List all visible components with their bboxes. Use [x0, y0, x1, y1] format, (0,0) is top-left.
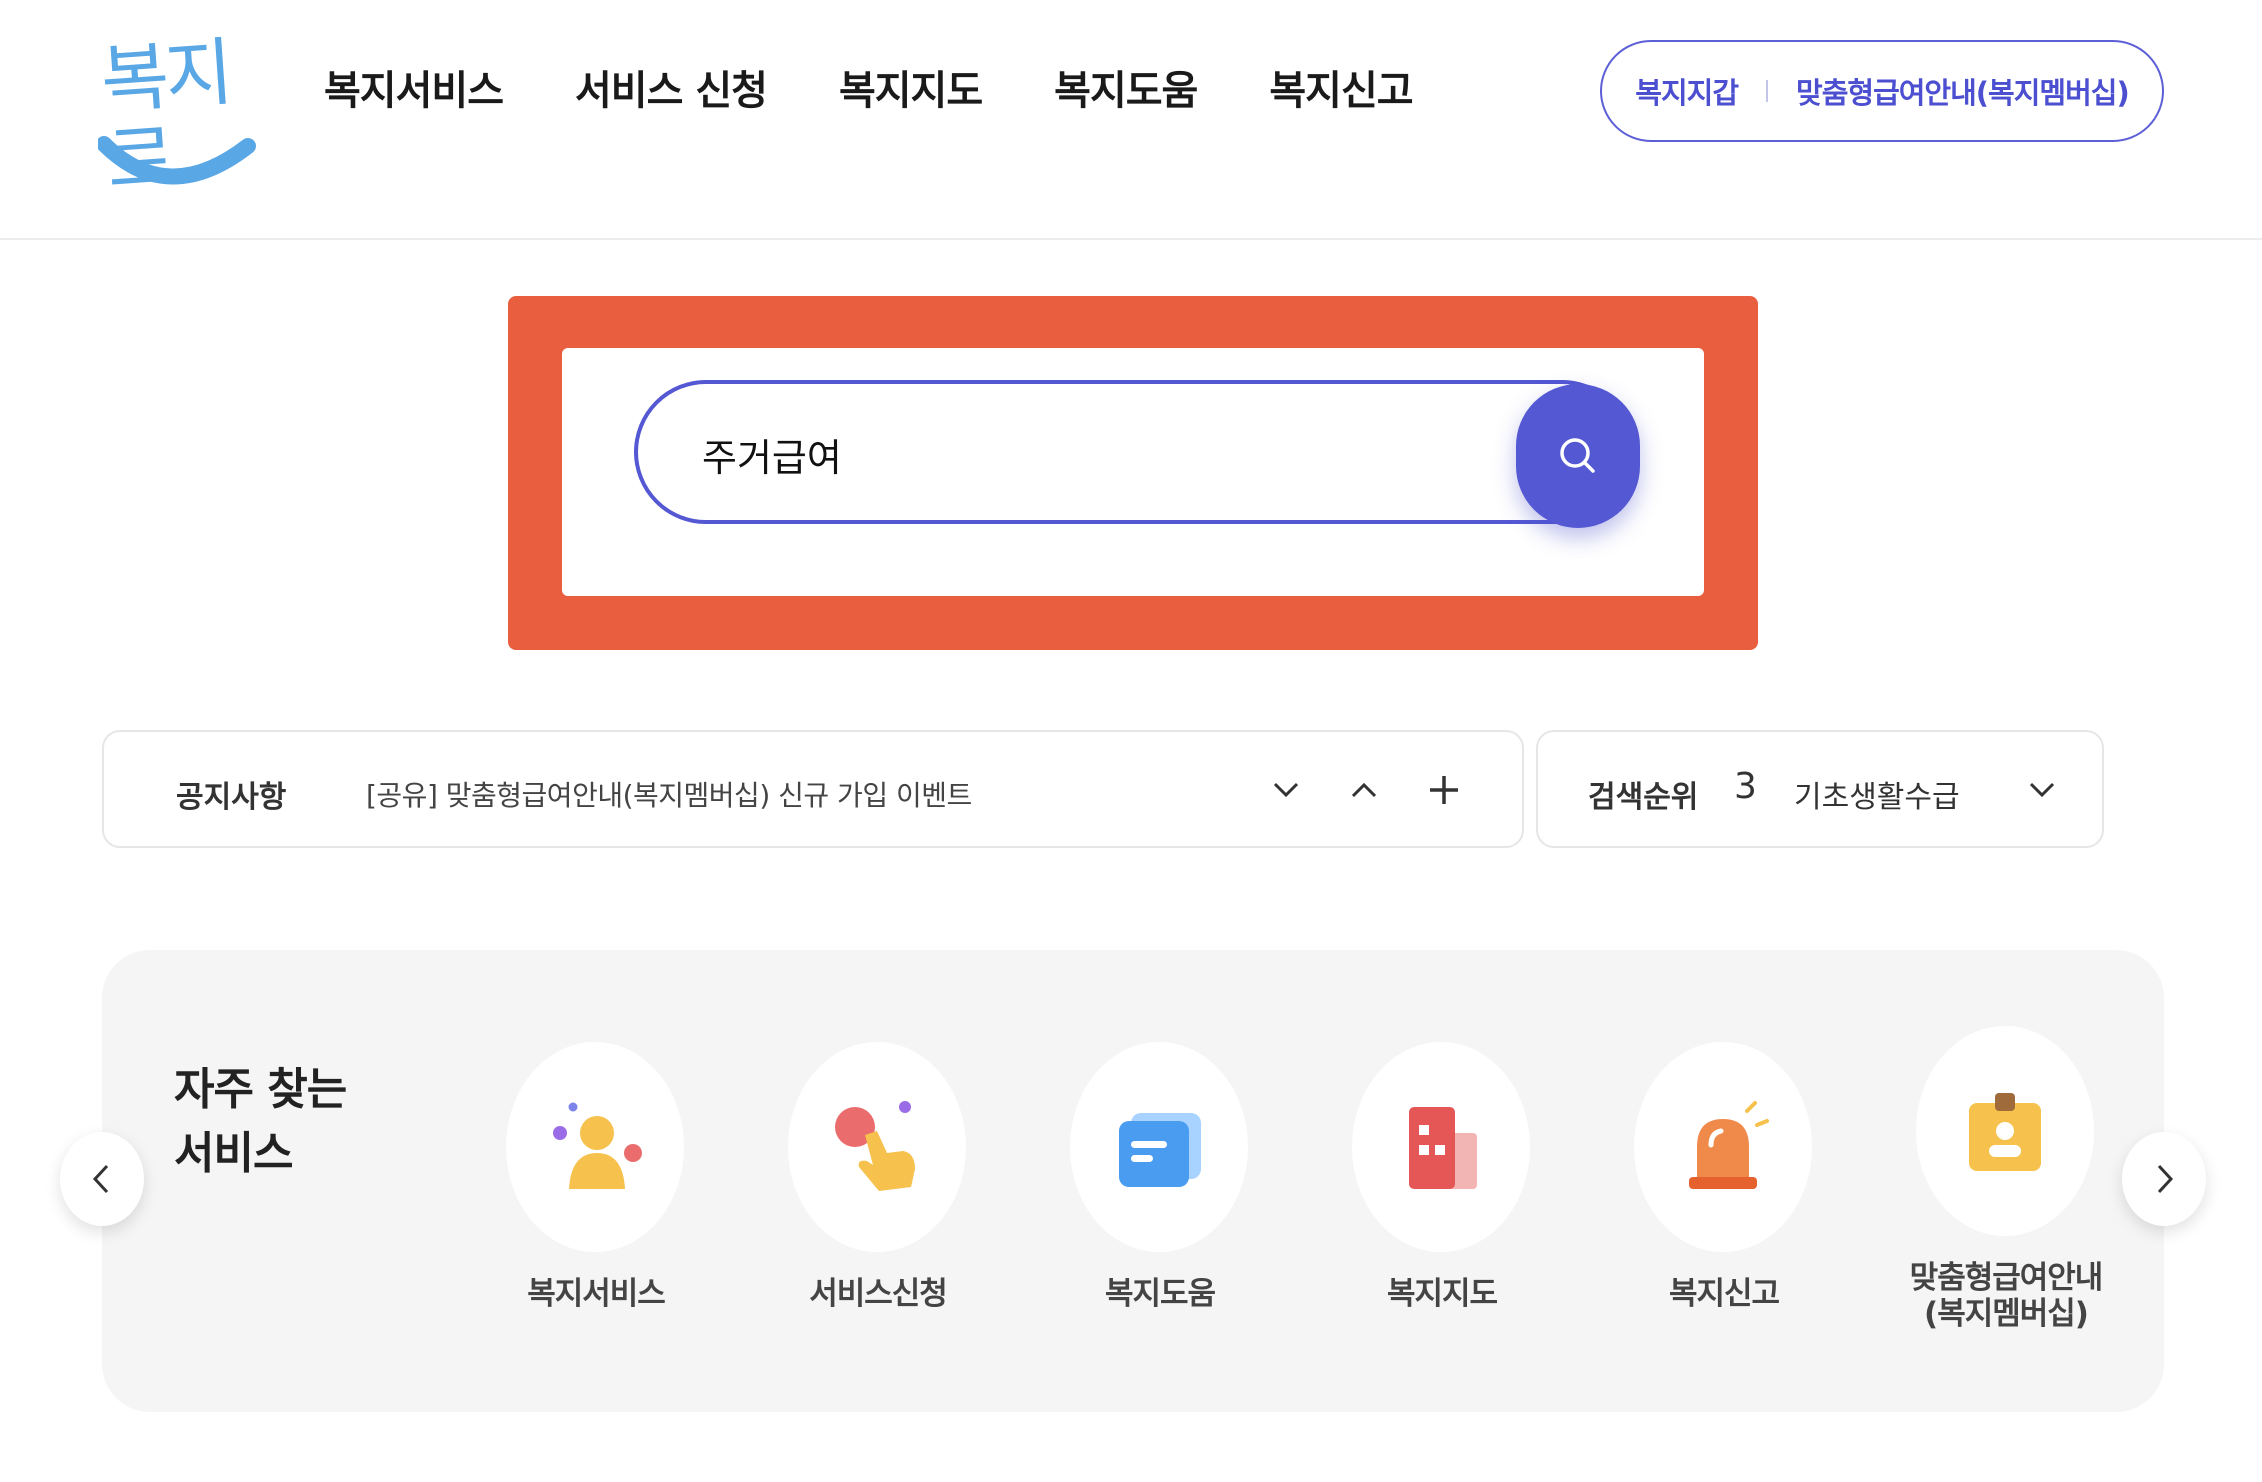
- service-item-welfare-map[interactable]: 복지지도: [1322, 1042, 1562, 1362]
- carousel-next-button[interactable]: [2122, 1132, 2206, 1226]
- notice-label: 공지사항: [176, 780, 287, 815]
- util-divider: [1766, 80, 1769, 102]
- service-label: 맞춤형급여안내 (복지멤버십): [1909, 1260, 2104, 1332]
- carousel-prev-button[interactable]: [60, 1132, 144, 1226]
- tap-hand-icon: [835, 1101, 915, 1191]
- rank-label: 검색순위: [1588, 780, 1699, 815]
- chevron-left-icon: [92, 1164, 109, 1194]
- search-highlight-frame: [508, 296, 1758, 650]
- main-nav: 복지서비스 서비스 신청 복지지도 복지도움 복지신고: [324, 58, 1414, 116]
- chevron-up-icon: [1351, 782, 1377, 798]
- service-label: 복지지도: [1386, 1276, 1498, 1312]
- id-card-icon: [1969, 1093, 2041, 1171]
- notice-text[interactable]: [공유] 맞춤형급여안내(복지멤버십) 신규 가입 이벤트: [366, 774, 972, 814]
- notice-next-button[interactable]: [1258, 762, 1314, 818]
- service-item-welfare-service[interactable]: 복지서비스: [476, 1042, 716, 1362]
- chat-icon: [1119, 1113, 1201, 1187]
- search-panel: [562, 348, 1704, 596]
- search-rank-bar: 검색순위 3 기초생활수급: [1536, 730, 2104, 848]
- service-item-welfare-report[interactable]: 복지신고: [1604, 1042, 1844, 1362]
- rank-keyword[interactable]: 기초생활수급: [1794, 772, 1960, 816]
- service-label: 복지신고: [1668, 1276, 1780, 1312]
- service-icon-circle: [506, 1042, 684, 1252]
- service-icon-circle: [1916, 1026, 2094, 1236]
- service-icon-circle: [1352, 1042, 1530, 1252]
- service-label: 복지서비스: [527, 1276, 666, 1312]
- rank-expand-button[interactable]: [2014, 762, 2070, 818]
- plus-icon: [1430, 776, 1458, 804]
- chevron-down-icon: [1273, 782, 1299, 798]
- service-icon-circle: [1634, 1042, 1812, 1252]
- search-bar: [634, 380, 1640, 528]
- service-item-service-apply[interactable]: 서비스신청: [758, 1042, 998, 1362]
- notice-more-button[interactable]: [1416, 762, 1472, 818]
- rank-number: 3: [1734, 766, 1757, 807]
- logo-smile-icon: [98, 136, 256, 185]
- chevron-right-icon: [2157, 1164, 2174, 1194]
- site-header: 복지로 복지서비스 서비스 신청 복지지도 복지도움 복지신고 복지지갑 맞춤형…: [0, 0, 2262, 240]
- service-icon-circle: [1070, 1042, 1248, 1252]
- nav-welfare-service[interactable]: 복지서비스: [324, 58, 504, 116]
- frequent-services-title: 자주 찾는 서비스: [174, 1064, 347, 1179]
- siren-icon: [1689, 1101, 1769, 1189]
- util-menu: 복지지갑 맞춤형급여안내(복지멤버십): [1600, 40, 2164, 142]
- site-logo[interactable]: 복지로: [98, 30, 258, 206]
- frequent-services-panel: 자주 찾는 서비스 복지서비스 서비스신청 복지도움 복지지도 복지신고 맞춤형…: [102, 950, 2164, 1412]
- notice-prev-button[interactable]: [1336, 762, 1392, 818]
- service-label: 복지도움: [1104, 1276, 1216, 1312]
- nav-welfare-help[interactable]: 복지도움: [1054, 58, 1198, 116]
- building-icon: [1409, 1107, 1477, 1189]
- chevron-down-icon: [2029, 782, 2055, 798]
- search-input[interactable]: [702, 424, 1482, 484]
- service-label: 서비스신청: [809, 1276, 948, 1312]
- search-icon: [1560, 438, 1595, 473]
- service-item-membership[interactable]: 맞춤형급여안내 (복지멤버십): [1886, 1026, 2126, 1346]
- search-button[interactable]: [1516, 384, 1640, 528]
- nav-service-apply[interactable]: 서비스 신청: [575, 58, 768, 116]
- person-icon: [553, 1102, 642, 1189]
- service-item-welfare-help[interactable]: 복지도움: [1040, 1042, 1280, 1362]
- nav-welfare-map[interactable]: 복지지도: [839, 58, 983, 116]
- service-icon-circle: [788, 1042, 966, 1252]
- util-welfare-wallet[interactable]: 복지지갑: [1635, 70, 1739, 112]
- notice-bar: 공지사항 [공유] 맞춤형급여안내(복지멤버십) 신규 가입 이벤트: [102, 730, 1524, 848]
- nav-welfare-report[interactable]: 복지신고: [1269, 58, 1413, 116]
- util-membership[interactable]: 맞춤형급여안내(복지멤버십): [1796, 70, 2130, 112]
